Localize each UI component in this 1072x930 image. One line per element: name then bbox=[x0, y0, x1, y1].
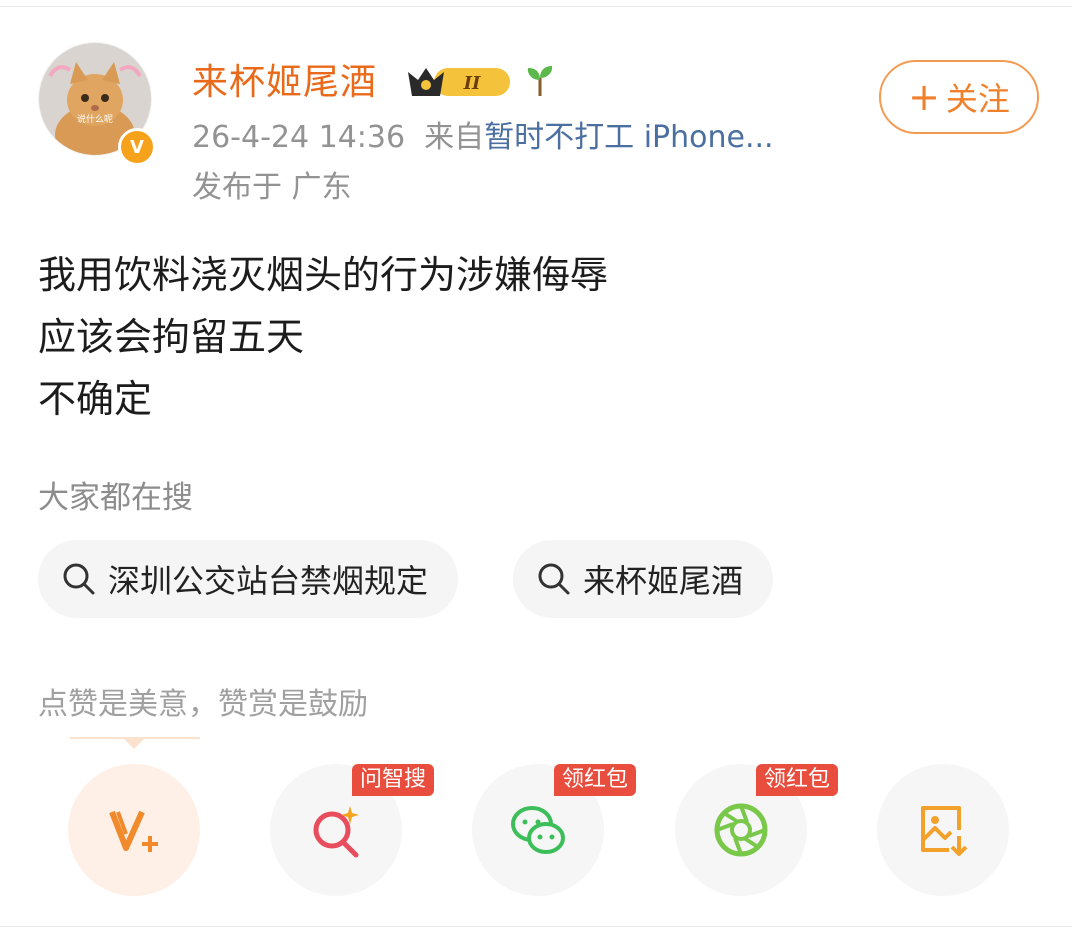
wechat-icon bbox=[511, 806, 565, 854]
reward-v-plus-icon bbox=[109, 810, 158, 852]
post-line: 应该会拘留五天 bbox=[38, 315, 305, 359]
source-link[interactable]: 暂时不打工 iPhone... bbox=[484, 120, 773, 155]
post-line: 我用饮料浇灭烟头的行为涉嫌侮辱 bbox=[38, 253, 609, 297]
level-badge-text: II bbox=[463, 73, 481, 94]
verified-badge: V bbox=[118, 128, 156, 166]
post-location: 发布于 广东 bbox=[192, 170, 352, 205]
post-timestamp: 26-4-24 14:36 bbox=[192, 120, 406, 155]
reward-prompt: 点赞是美意，赞赏是鼓励 bbox=[38, 687, 368, 722]
bottom-divider bbox=[0, 926, 1072, 927]
trending-search-heading: 大家都在搜 bbox=[38, 480, 193, 516]
search-chip[interactable]: 深圳公交站台禁烟规定 bbox=[38, 540, 459, 618]
save-image-icon bbox=[921, 806, 968, 856]
post-content: 我用饮料浇灭烟头的行为涉嫌侮辱 应该会拘留五天 不确定 bbox=[38, 244, 608, 430]
moments-icon bbox=[714, 803, 768, 857]
search-chip[interactable]: 来杯姬尾酒 bbox=[513, 540, 774, 618]
source-prefix: 来自 bbox=[424, 120, 485, 155]
ai-search-icon bbox=[313, 806, 359, 858]
plus-icon: + bbox=[908, 75, 940, 119]
search-icon bbox=[63, 563, 95, 595]
reward-button[interactable] bbox=[68, 764, 200, 896]
reward-pointer bbox=[122, 737, 146, 749]
post-meta: 26-4-24 14:36 来自暂时不打工 iPhone... bbox=[192, 117, 774, 159]
search-chip-label: 深圳公交站台禁烟规定 bbox=[108, 562, 429, 600]
save-image-button[interactable] bbox=[877, 764, 1009, 896]
search-icon bbox=[538, 563, 570, 595]
badge: 问智搜 bbox=[352, 764, 435, 796]
top-divider bbox=[0, 6, 1072, 7]
username[interactable]: 来杯姬尾酒 bbox=[192, 58, 377, 108]
search-chip-label: 来杯姬尾酒 bbox=[583, 562, 744, 600]
vip-crown-badge-icon[interactable]: II bbox=[404, 62, 514, 102]
post-line: 不确定 bbox=[38, 377, 153, 421]
sprout-icon bbox=[527, 66, 553, 96]
badge: 领红包 bbox=[756, 764, 839, 796]
follow-label: 关注 bbox=[945, 80, 1010, 118]
badge: 领红包 bbox=[554, 764, 637, 796]
avatar-caption: 说什么呢 bbox=[77, 113, 113, 125]
follow-button[interactable]: + 关注 bbox=[879, 60, 1039, 134]
